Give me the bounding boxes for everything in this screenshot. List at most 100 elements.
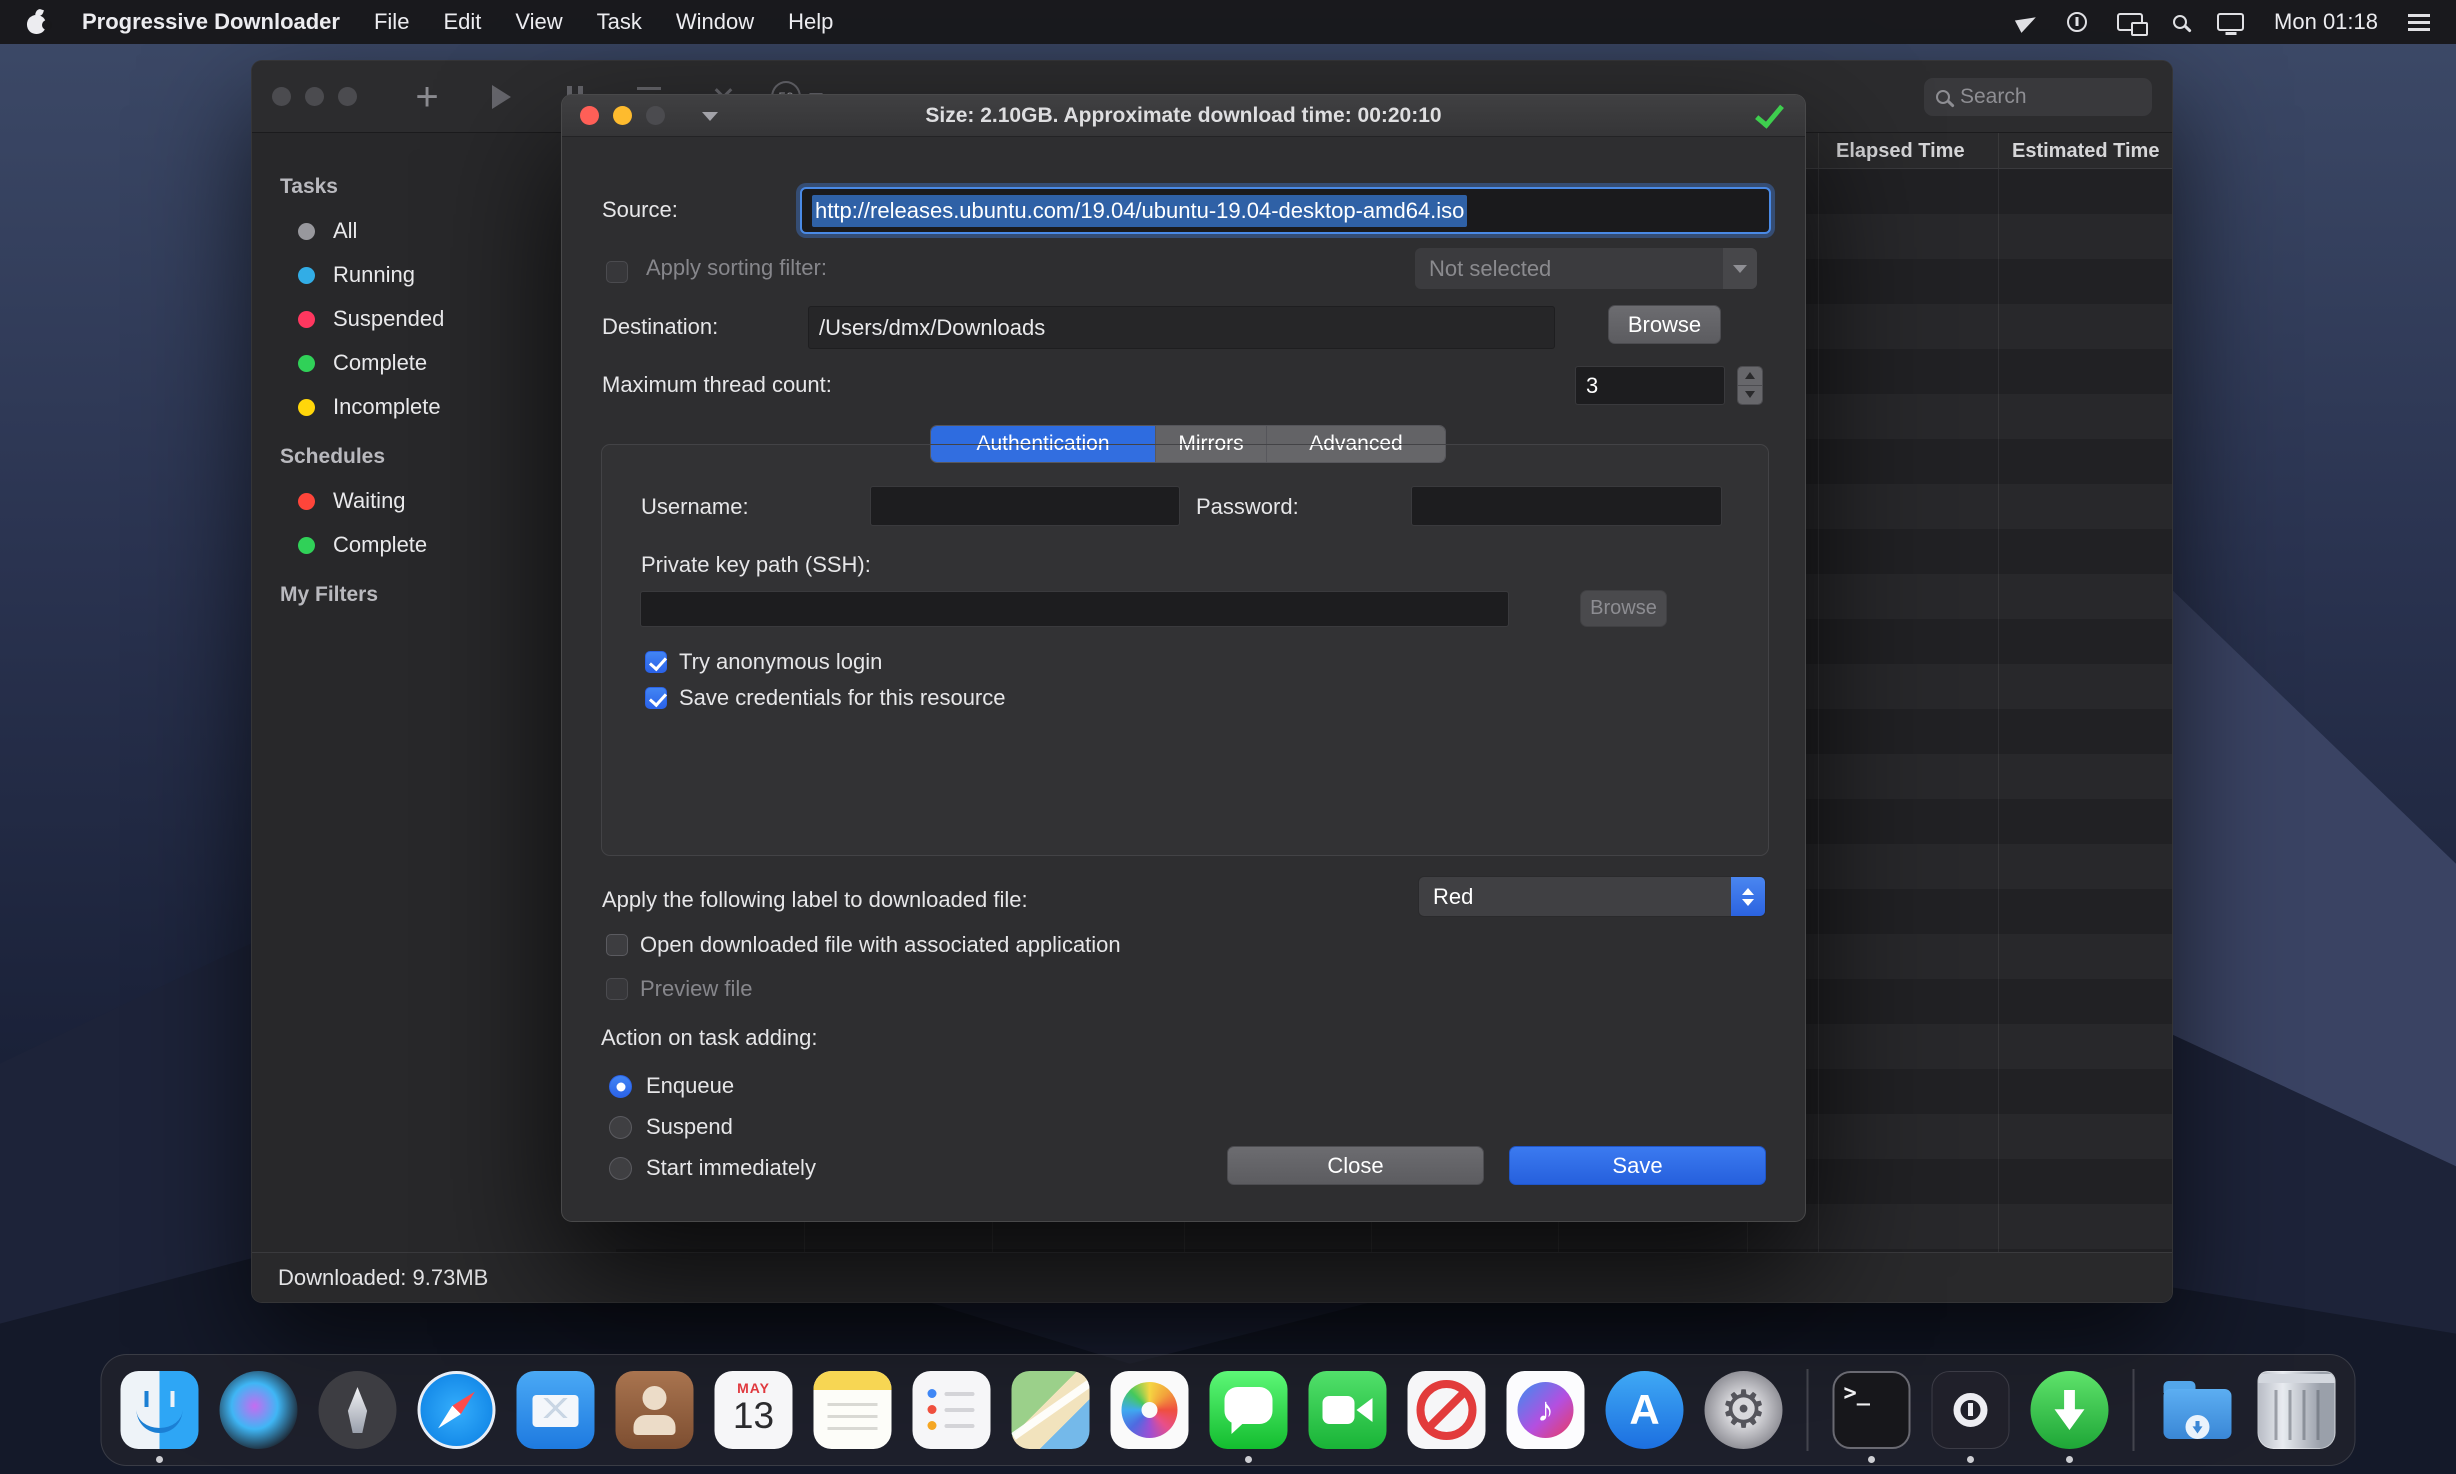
- dock-item-launchpad[interactable]: [316, 1368, 400, 1452]
- dock-item-system-preferences[interactable]: ⚙: [1702, 1368, 1786, 1452]
- column-header-elapsed-time[interactable]: Elapsed Time: [1836, 133, 1965, 169]
- dock-item-finder[interactable]: [118, 1368, 202, 1452]
- menu-bar-clock[interactable]: Mon 01:18: [2274, 9, 2378, 35]
- radio-enqueue-label: Enqueue: [646, 1073, 734, 1099]
- yellow-dot-icon: [298, 399, 315, 416]
- dock-item-itunes[interactable]: ♪: [1504, 1368, 1588, 1452]
- launchpad-icon: [319, 1371, 397, 1449]
- sorting-filter-checkbox[interactable]: [606, 261, 628, 283]
- dock-item-photos[interactable]: [1108, 1368, 1192, 1452]
- mail-icon: [517, 1371, 595, 1449]
- menu-view[interactable]: View: [515, 9, 562, 35]
- contacts-icon: [616, 1371, 694, 1449]
- add-task-dialog: Size: 2.10GB. Approximate download time:…: [561, 94, 1806, 1222]
- dock-item-notes[interactable]: [811, 1368, 895, 1452]
- siri-icon: [220, 1371, 298, 1449]
- dock-item-reminders[interactable]: [910, 1368, 994, 1452]
- save-credentials-checkbox[interactable]: [645, 687, 667, 709]
- open-with-app-checkbox[interactable]: [606, 934, 628, 956]
- terminal-prompt-glyph: >_: [1844, 1381, 1871, 1447]
- spotlight-icon[interactable]: [2173, 15, 2187, 29]
- download-badge-icon: [2186, 1415, 2210, 1439]
- trash-icon: [2258, 1371, 2336, 1449]
- dock-item-app-store[interactable]: A: [1603, 1368, 1687, 1452]
- keyhole-icon[interactable]: [2067, 12, 2087, 32]
- ssh-browse-button[interactable]: Browse: [1580, 590, 1667, 627]
- dock-item-progressive-downloader[interactable]: [2028, 1368, 2112, 1452]
- dock-item-mail[interactable]: [514, 1368, 598, 1452]
- sidebar-item-label: Suspended: [333, 306, 444, 332]
- dialog-titlebar: Size: 2.10GB. Approximate download time:…: [562, 95, 1805, 137]
- dock-item-maps[interactable]: [1009, 1368, 1093, 1452]
- dock-item-contacts[interactable]: [613, 1368, 697, 1452]
- radio-suspend[interactable]: [609, 1116, 632, 1139]
- app-menu-title[interactable]: Progressive Downloader: [82, 9, 340, 35]
- stepper-up-icon[interactable]: [1738, 367, 1762, 386]
- save-button[interactable]: Save: [1509, 1146, 1766, 1185]
- blue-dot-icon: [298, 267, 315, 284]
- add-task-button[interactable]: +: [401, 75, 453, 119]
- stepper-down-icon[interactable]: [1738, 386, 1762, 405]
- ssh-key-path-input[interactable]: [640, 591, 1509, 627]
- app-store-a-glyph: A: [1629, 1386, 1659, 1434]
- notification-center-icon[interactable]: [2408, 14, 2430, 31]
- column-header-estimated-time[interactable]: Estimated Time: [2012, 133, 2159, 169]
- column-divider[interactable]: [1998, 133, 1999, 168]
- chevron-up-icon: [1742, 888, 1754, 895]
- username-label: Username:: [641, 494, 749, 520]
- anonymous-login-checkbox[interactable]: [645, 651, 667, 673]
- menu-help[interactable]: Help: [788, 9, 833, 35]
- action-on-task-label: Action on task adding:: [601, 1025, 817, 1051]
- dock-item-onepassword[interactable]: [1929, 1368, 2013, 1452]
- preview-file-checkbox[interactable]: [606, 978, 628, 1000]
- dock-item-safari[interactable]: [415, 1368, 499, 1452]
- dock-item-downloads-folder[interactable]: [2156, 1368, 2240, 1452]
- destination-browse-button[interactable]: Browse: [1608, 305, 1721, 344]
- search-input[interactable]: Search: [1924, 78, 2152, 116]
- destination-label: Destination:: [602, 314, 718, 340]
- onepassword-icon: [1932, 1371, 2010, 1449]
- menu-bar: Progressive Downloader File Edit View Ta…: [0, 0, 2456, 44]
- menu-task[interactable]: Task: [597, 9, 642, 35]
- radio-start-immediately[interactable]: [609, 1157, 632, 1180]
- start-task-button[interactable]: [475, 75, 527, 119]
- dock-item-terminal[interactable]: >_: [1830, 1368, 1914, 1452]
- dock-item-siri[interactable]: [217, 1368, 301, 1452]
- gear-icon: ⚙: [1720, 1384, 1767, 1436]
- file-label-select[interactable]: Red: [1418, 876, 1766, 917]
- dock-item-calendar[interactable]: MAY 13: [712, 1368, 796, 1452]
- minimize-window-button[interactable]: [305, 87, 324, 106]
- facetime-icon: [1309, 1371, 1387, 1449]
- sorting-filter-select[interactable]: Not selected: [1415, 248, 1757, 289]
- apple-menu-icon[interactable]: [26, 10, 48, 34]
- source-input[interactable]: http://releases.ubuntu.com/19.04/ubuntu-…: [800, 187, 1771, 234]
- radio-enqueue[interactable]: [609, 1075, 632, 1098]
- open-with-app-label: Open downloaded file with associated app…: [640, 932, 1121, 958]
- dock-separator: [1807, 1369, 1809, 1451]
- dock-item-trash[interactable]: [2255, 1368, 2339, 1452]
- calendar-month: MAY: [737, 1380, 770, 1396]
- close-button[interactable]: Close: [1227, 1146, 1484, 1185]
- thread-count-label: Maximum thread count:: [602, 372, 832, 398]
- password-input[interactable]: [1411, 486, 1722, 526]
- password-label: Password:: [1196, 494, 1299, 520]
- zoom-window-button[interactable]: [338, 87, 357, 106]
- system-preferences-icon: ⚙: [1705, 1371, 1783, 1449]
- thread-count-input[interactable]: 3: [1575, 366, 1725, 405]
- running-indicator: [1245, 1456, 1252, 1463]
- dock-item-facetime[interactable]: [1306, 1368, 1390, 1452]
- dock-item-no-entry[interactable]: [1405, 1368, 1489, 1452]
- menu-window[interactable]: Window: [676, 9, 754, 35]
- thread-count-stepper[interactable]: [1737, 366, 1763, 405]
- menu-edit[interactable]: Edit: [443, 9, 481, 35]
- sidecar-icon[interactable]: [2117, 13, 2143, 31]
- display-icon[interactable]: [2217, 13, 2244, 31]
- menu-file[interactable]: File: [374, 9, 409, 35]
- close-window-button[interactable]: [272, 87, 291, 106]
- pinwheel-icon: [1122, 1382, 1178, 1438]
- username-input[interactable]: [870, 486, 1180, 526]
- column-divider[interactable]: [1818, 133, 1819, 168]
- dock-item-messages[interactable]: [1207, 1368, 1291, 1452]
- pointer-icon[interactable]: [2015, 11, 2039, 33]
- destination-path-field[interactable]: /Users/dmx/Downloads: [808, 306, 1555, 349]
